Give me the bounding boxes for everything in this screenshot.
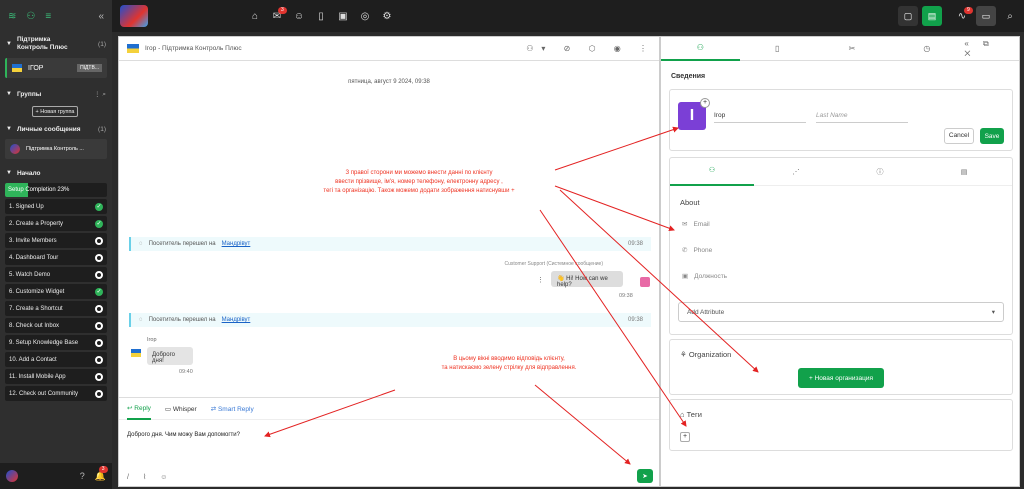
arrow-to-input — [264, 389, 396, 438]
arrow-to-name — [554, 126, 679, 171]
arrow-to-email — [554, 185, 675, 232]
arrow-to-organization — [559, 189, 759, 373]
arrow-to-send — [534, 384, 631, 465]
arrow-to-tags — [539, 209, 687, 427]
annotation-arrows — [264, 126, 759, 465]
